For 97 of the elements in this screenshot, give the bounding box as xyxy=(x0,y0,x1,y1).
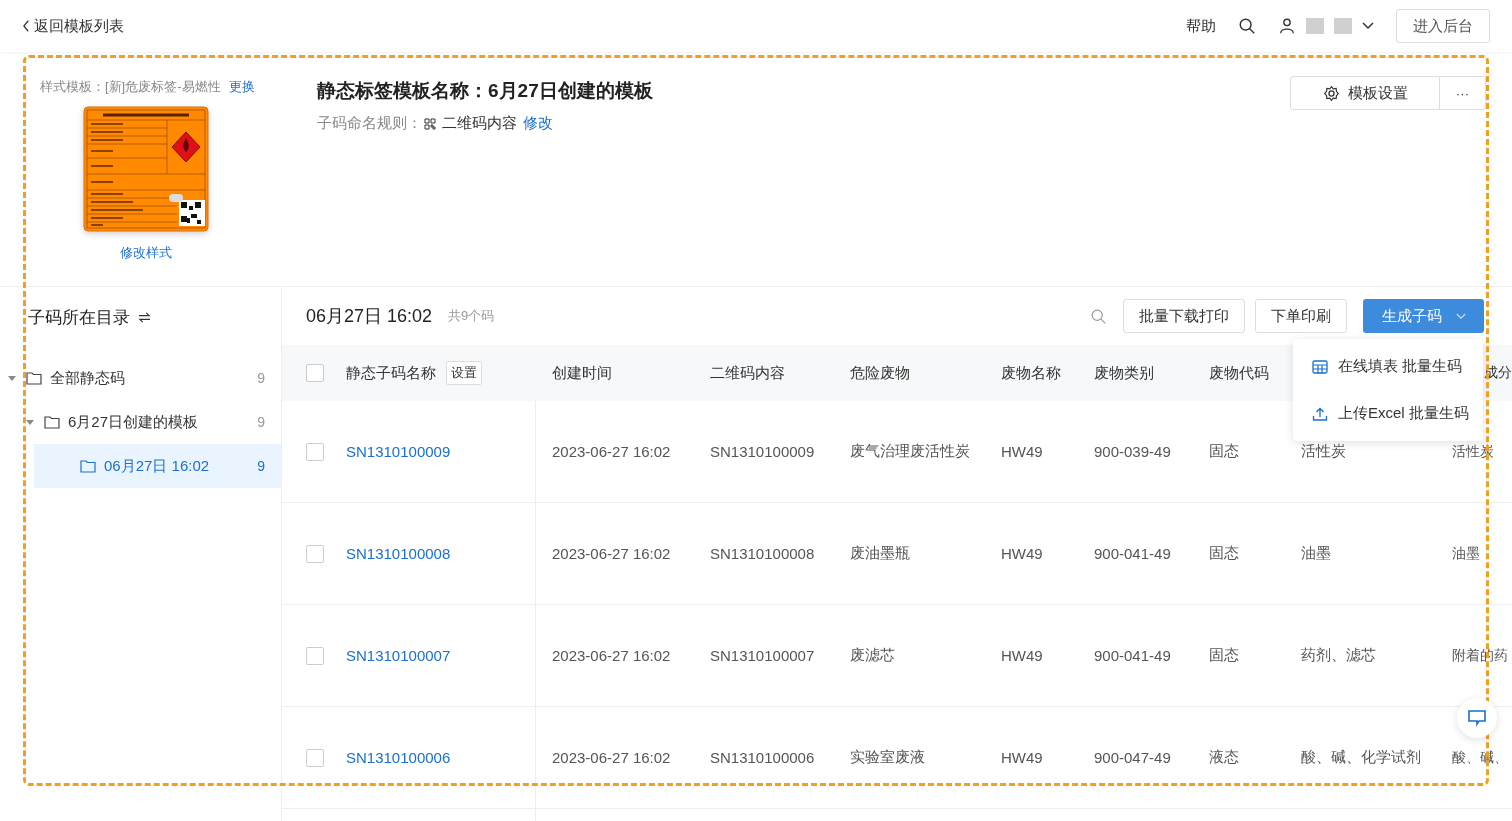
table-cell: HW49 xyxy=(1001,443,1043,460)
table-cell: 油墨 xyxy=(1301,544,1331,563)
column-header: 废物代码 xyxy=(1209,363,1269,383)
row-checkbox[interactable] xyxy=(306,646,324,665)
list-title: 06月27日 16:02 xyxy=(306,305,433,328)
table-cell: 酸、碱、化学试剂 xyxy=(1301,748,1421,767)
column-header: 创建时间 xyxy=(552,363,612,383)
item-count: 9 xyxy=(257,414,265,430)
generate-button[interactable]: 生成子码 xyxy=(1363,299,1484,333)
column-header: 二维码内容 xyxy=(710,363,785,383)
chat-button[interactable] xyxy=(1457,698,1497,738)
back-link[interactable]: 返回模板列表 xyxy=(22,16,124,36)
column-header: 废物名称 xyxy=(1001,363,1061,383)
tree-item[interactable]: 6月27日创建的模板 9 xyxy=(0,400,281,444)
menu-item[interactable]: 上传Excel 批量生码 xyxy=(1293,390,1483,437)
select-all-checkbox[interactable] xyxy=(306,364,324,382)
caret-icon xyxy=(1362,22,1374,30)
table-icon xyxy=(1312,359,1328,374)
edit-naming-link[interactable]: 修改 xyxy=(523,114,553,133)
code-link[interactable]: SN1310100008 xyxy=(346,545,451,562)
row-checkbox[interactable] xyxy=(306,544,324,563)
code-link[interactable]: SN1310100007 xyxy=(346,647,451,664)
tree-item[interactable]: 全部静态码 9 xyxy=(0,356,281,400)
caret-icon[interactable] xyxy=(26,418,34,426)
row-checkbox[interactable] xyxy=(306,442,324,461)
chat-icon xyxy=(1467,708,1487,728)
naming-rule-label: 子码命名规则： xyxy=(317,114,422,133)
naming-rule-value: 二维码内容 xyxy=(442,114,517,133)
menu-item[interactable]: 在线填表 批量生码 xyxy=(1293,343,1483,390)
table-cell: 900-047-49 xyxy=(1094,749,1171,766)
blurred-name xyxy=(1334,18,1352,34)
folder-icon xyxy=(80,459,96,473)
tree-item[interactable]: 06月27日 16:02 9 xyxy=(34,444,281,488)
toolbar-button[interactable]: 批量下载打印 xyxy=(1123,299,1245,333)
qr-code-icon xyxy=(424,117,436,130)
column-header: 危险废物 xyxy=(850,363,910,383)
table-cell: 药剂、滤芯 xyxy=(1301,646,1376,665)
caret-icon[interactable] xyxy=(8,374,16,382)
table-cell: 2023-06-27 16:02 xyxy=(552,443,671,460)
table-cell: 油墨 xyxy=(1452,544,1480,563)
table-cell: 2023-06-27 16:02 xyxy=(552,545,671,562)
table-cell: SN1310100009 xyxy=(710,443,815,460)
toolbar-button[interactable]: 下单印刷 xyxy=(1255,299,1347,333)
admin-button[interactable]: 进入后台 xyxy=(1396,9,1490,43)
user-icon xyxy=(1278,17,1296,35)
help-link[interactable]: 帮助 xyxy=(1186,16,1216,36)
table-cell: 900-039-49 xyxy=(1094,443,1171,460)
edit-style-link[interactable]: 修改样式 xyxy=(120,244,172,262)
row-checkbox[interactable] xyxy=(306,748,324,767)
folder-label: 6月27日创建的模板 xyxy=(68,412,200,432)
column-settings-button[interactable]: 设置 xyxy=(446,361,482,385)
table-cell: 固态 xyxy=(1209,646,1239,665)
code-count: 共9个码 xyxy=(448,307,495,325)
template-settings-button[interactable]: 模板设置 xyxy=(1290,76,1440,110)
more-button[interactable]: ··· xyxy=(1440,76,1486,110)
menu-item-label: 上传Excel 批量生码 xyxy=(1338,404,1469,423)
table-cell: 固态 xyxy=(1209,442,1239,461)
table-cell: HW49 xyxy=(1001,545,1043,562)
table-cell: HW49 xyxy=(1001,647,1043,664)
folder-label: 全部静态码 xyxy=(50,368,126,388)
table-cell: 废油墨瓶 xyxy=(850,544,910,563)
search-icon[interactable] xyxy=(1238,17,1256,35)
folder-icon xyxy=(26,371,42,385)
swap-icon[interactable] xyxy=(138,311,151,323)
table-cell: 液态 xyxy=(1209,748,1239,767)
column-header: 废物类别 xyxy=(1094,363,1154,383)
code-link[interactable]: SN1310100006 xyxy=(346,749,451,766)
table-cell: 900-041-49 xyxy=(1094,545,1171,562)
chevron-left-icon xyxy=(22,19,31,33)
table-cell: 废滤芯 xyxy=(850,646,895,665)
table-cell: 实验室废液 xyxy=(850,748,925,767)
table-cell: 2023-06-27 16:02 xyxy=(552,749,671,766)
item-count: 9 xyxy=(257,370,265,386)
user-menu[interactable] xyxy=(1278,17,1374,35)
table-cell: 活性炭 xyxy=(1301,442,1346,461)
table-cell: 废气治理废活性炭 xyxy=(850,442,970,461)
column-header: 静态子码名称 xyxy=(346,363,436,383)
table-cell: SN1310100008 xyxy=(710,545,815,562)
table-cell: 固态 xyxy=(1209,544,1239,563)
gear-icon xyxy=(1322,84,1340,102)
menu-item-label: 在线填表 批量生码 xyxy=(1338,357,1463,376)
blurred-name xyxy=(1306,18,1324,34)
template-title: 静态标签模板名称：6月27日创建的模板 xyxy=(317,79,654,103)
directory-title: 子码所在目录 xyxy=(28,306,130,329)
replace-link[interactable]: 更换 xyxy=(228,78,255,96)
folder-icon xyxy=(44,415,60,429)
caret-icon xyxy=(1455,312,1466,320)
style-template-label: 样式模板：[新]危废标签-易燃性 xyxy=(40,78,221,96)
table-cell: SN1310100007 xyxy=(710,647,815,664)
item-count: 9 xyxy=(257,458,265,474)
folder-label: 06月27日 16:02 xyxy=(104,456,211,476)
table-cell: 2023-06-27 16:02 xyxy=(552,647,671,664)
upload-icon xyxy=(1312,406,1328,421)
table-cell: HW49 xyxy=(1001,749,1043,766)
code-link[interactable]: SN1310100009 xyxy=(346,443,451,460)
table-cell: SN1310100006 xyxy=(710,749,815,766)
table-cell: 900-041-49 xyxy=(1094,647,1171,664)
